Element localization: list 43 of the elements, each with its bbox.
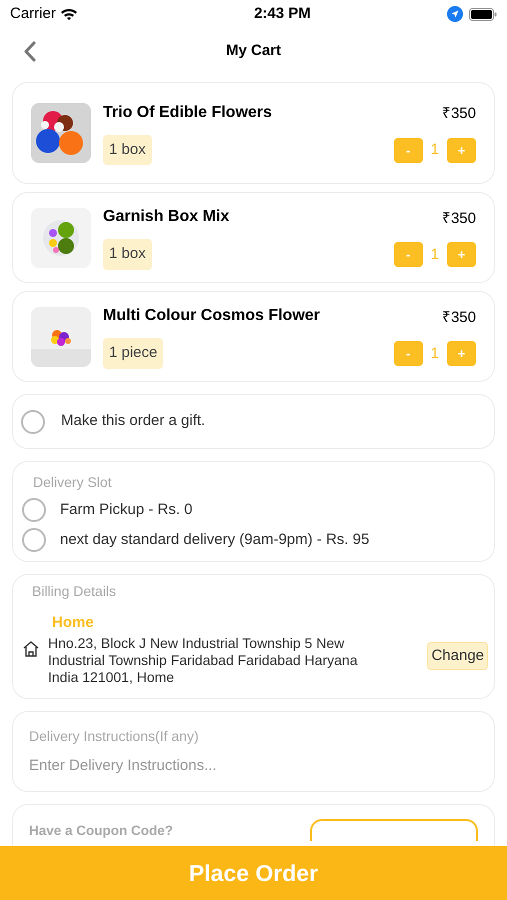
change-button[interactable]: Change: [427, 642, 488, 670]
plus-button[interactable]: +: [447, 138, 476, 163]
plus-button[interactable]: +: [447, 341, 476, 366]
page-title: My Cart: [226, 40, 281, 61]
location-icon: [446, 6, 463, 22]
product-name: Garnish Box Mix: [103, 207, 230, 228]
home-icon: [22, 640, 40, 658]
slot-option-label: Farm Pickup - Rs. 0: [60, 500, 193, 520]
price-text: ₹350: [442, 308, 476, 328]
carrier-text: Carrier: [10, 4, 56, 24]
place-order-button[interactable]: Place Order: [0, 846, 507, 900]
price-text: ₹350: [442, 104, 476, 124]
unit-badge: 1 box: [103, 239, 152, 270]
radio-button[interactable]: [22, 528, 46, 552]
back-icon[interactable]: [23, 41, 36, 62]
wifi-icon: [60, 7, 78, 21]
radio-button[interactable]: [21, 410, 45, 434]
quantity-text: 1: [430, 140, 439, 160]
section-heading: Delivery Instructions(If any): [29, 726, 200, 746]
price-text: ₹350: [442, 208, 476, 229]
radio-button[interactable]: [22, 498, 46, 522]
product-name: Multi Colour Cosmos Flower: [103, 306, 321, 326]
slot-option-label: next day standard delivery (9am-9pm) - Rs. 95: [60, 530, 370, 550]
address-text: Hno.23, Block J New Industrial Township 5 New Industrial Township Faridabad Faridabad Haryana India 121001, Home: [48, 634, 358, 686]
clock-text: 2:43 PM: [254, 4, 311, 24]
section-heading: Delivery Slot: [32, 473, 113, 492]
instructions-field[interactable]: Delivery Instructions(If any) Enter Delivery Instructions...: [12, 710, 495, 792]
minus-button[interactable]: -: [394, 341, 423, 366]
quantity-text: 1: [430, 244, 439, 264]
plus-button[interactable]: +: [447, 242, 476, 268]
quantity-text: 1: [430, 344, 439, 364]
text-input[interactable]: Enter Delivery Instructions...: [29, 754, 478, 777]
battery-icon: [468, 8, 497, 20]
outlined-button[interactable]: [310, 819, 478, 841]
address-label: Home: [51, 613, 95, 633]
minus-button[interactable]: -: [394, 242, 423, 268]
unit-badge: 1 piece: [103, 338, 164, 369]
section-heading: Have a Coupon Code?: [29, 822, 174, 840]
section-heading: Billing Details: [31, 582, 118, 601]
minus-button[interactable]: -: [394, 138, 423, 163]
gift-label: Make this order a gift.: [61, 411, 206, 432]
unit-badge: 1 box: [103, 134, 152, 166]
product-name: Trio Of Edible Flowers: [103, 102, 273, 123]
